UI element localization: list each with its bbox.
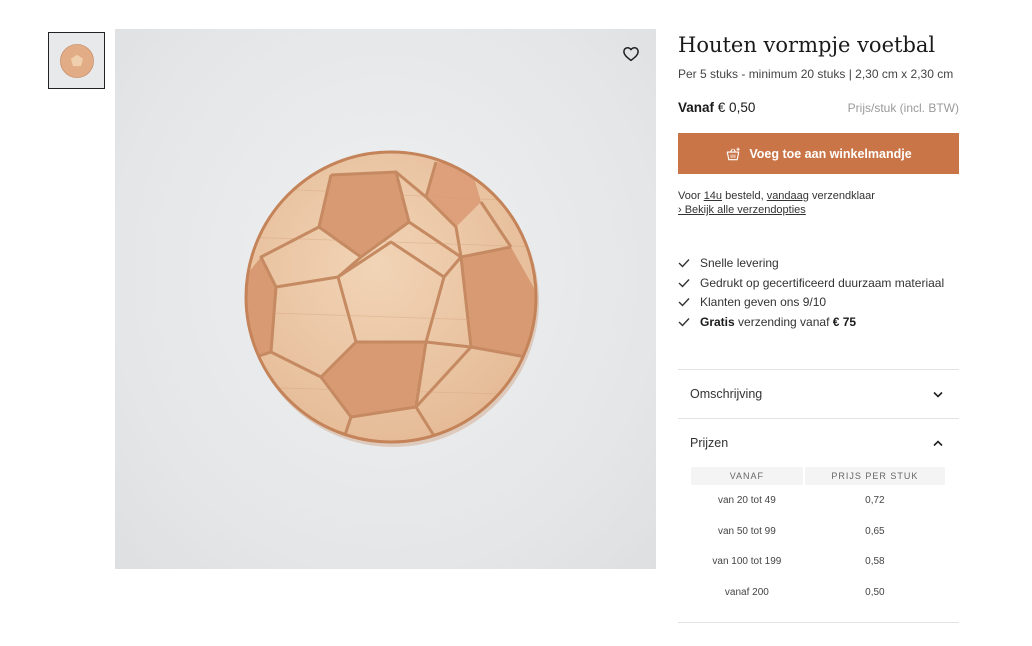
unit-price: 0,65	[865, 525, 885, 537]
product-title: Houten vormpje voetbal	[678, 33, 936, 57]
shipping-day: vandaag	[766, 190, 809, 202]
accordion-prices: Prijzen VANAF PRIJS PER STUK van 20 tot …	[678, 418, 959, 623]
chevron-down-icon	[933, 391, 943, 398]
check-icon	[678, 258, 692, 268]
table-row: van 50 tot 99 0,65	[691, 516, 945, 547]
price: Vanaf € 0,50	[678, 100, 755, 115]
product-subtitle: Per 5 stuks - minimum 20 stuks | 2,30 cm…	[678, 67, 954, 81]
price-value: € 0,50	[717, 100, 756, 115]
price-table: VANAF PRIJS PER STUK van 20 tot 49 0,72 …	[689, 467, 947, 608]
accordion-description-label: Omschrijving	[690, 387, 763, 401]
price-prefix: Vanaf	[678, 100, 715, 115]
usp-item: Snelle levering	[678, 253, 959, 273]
usp-text: Snelle levering	[700, 255, 779, 270]
soccer-ball-image	[244, 150, 539, 447]
check-icon	[678, 278, 692, 288]
usp-item: Gedrukt op gecertificeerd duurzaam mater…	[678, 273, 959, 293]
price-table-header: PRIJS PER STUK	[804, 467, 945, 485]
quantity-range: van 50 tot 99	[717, 525, 776, 537]
quantity-range: van 20 tot 49	[717, 494, 776, 506]
check-icon	[678, 317, 692, 327]
unit-price: 0,50	[865, 587, 885, 599]
usp-text: verzending vanaf	[734, 314, 833, 329]
product-info: Houten vormpje voetbal Per 5 stuks - min…	[678, 29, 959, 332]
unit-price: 0,72	[865, 494, 885, 506]
unit-price: 0,58	[865, 556, 885, 568]
usp-bold: € 75	[832, 314, 857, 329]
price-row: Vanaf € 0,50 Prijs/stuk (incl. BTW)	[678, 100, 959, 115]
usp-text: Gedrukt op gecertificeerd duurzaam mater…	[700, 275, 945, 290]
chevron-up-icon	[933, 439, 943, 446]
table-row: van 100 tot 199 0,58	[691, 547, 945, 578]
accordion-prices-toggle[interactable]: Prijzen	[678, 419, 959, 467]
thumbnail-image[interactable]	[48, 32, 105, 89]
usp-item: Klanten geven ons 9/10	[678, 292, 959, 312]
shipping-text: verzendklaar	[808, 190, 875, 202]
usp-list: Snelle levering Gedrukt op gecertificeer…	[678, 253, 959, 332]
accordion-description-toggle[interactable]: Omschrijving	[678, 370, 959, 418]
soccer-ball-thumbnail	[59, 43, 94, 78]
shipping-text: Voor	[678, 190, 704, 202]
shipping-info: Voor 14u besteld, vandaag verzendklaar ›…	[678, 189, 959, 217]
quantity-range: vanaf 200	[724, 587, 769, 599]
cart-plus-icon	[727, 147, 741, 160]
shipping-text: besteld,	[722, 190, 767, 202]
price-table-header: VANAF	[691, 467, 803, 485]
check-icon	[678, 297, 692, 307]
product-image	[115, 29, 656, 569]
add-to-cart-button[interactable]: Voeg toe aan winkelmandje	[678, 133, 959, 174]
add-to-cart-label: Voeg toe aan winkelmandje	[749, 146, 912, 161]
usp-text: Klanten geven ons 9/10	[700, 295, 827, 310]
usp-bold: Gratis	[700, 314, 735, 329]
accordion-description: Omschrijving	[678, 369, 959, 418]
shipping-options-link[interactable]: › Bekijk alle verzendopties	[678, 204, 806, 216]
price-note: Prijs/stuk (incl. BTW)	[847, 101, 959, 115]
accordion-prices-label: Prijzen	[690, 436, 729, 450]
table-row: vanaf 200 0,50	[691, 577, 945, 608]
shipping-cutoff-time: 14u	[703, 190, 723, 202]
usp-item: Gratis verzending vanaf € 75	[678, 312, 959, 332]
quantity-range: van 100 tot 199	[712, 556, 782, 568]
table-row: van 20 tot 49 0,72	[691, 485, 945, 516]
heart-icon[interactable]	[622, 45, 640, 63]
